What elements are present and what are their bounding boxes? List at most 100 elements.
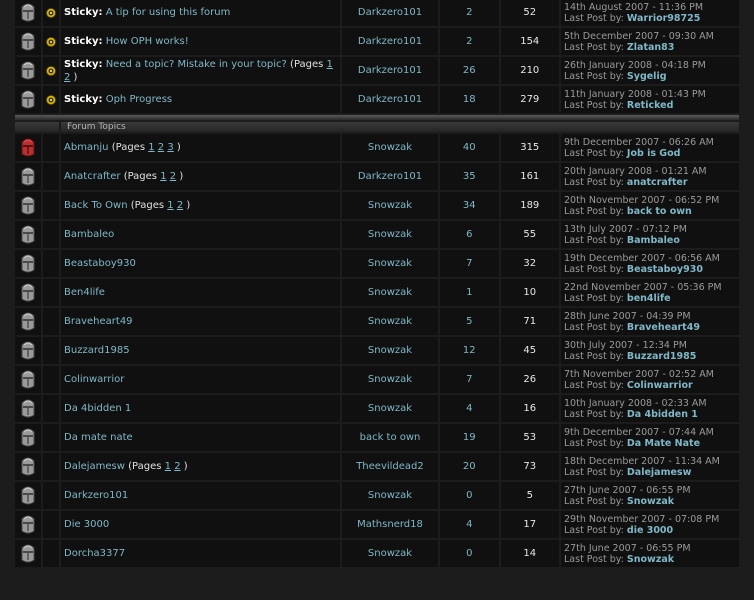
last-poster-link[interactable]: Da 4bidden 1 (627, 409, 698, 420)
last-post-date-link[interactable]: 22nd November 2007 - 05:36 PM (564, 282, 736, 293)
topic-author-link[interactable]: Snowzak (342, 366, 438, 393)
topic-title-link[interactable]: Anatcrafter (64, 171, 121, 182)
topic-title-link[interactable]: Buzzard1985 (64, 345, 130, 356)
topic-title-link[interactable]: Da mate nate (64, 432, 133, 443)
page-link[interactable]: 2 (177, 200, 183, 211)
last-poster-link[interactable]: Braveheart49 (627, 322, 700, 333)
topic-author-link[interactable]: Snowzak (342, 308, 438, 335)
reply-count[interactable]: 18 (440, 86, 499, 113)
topic-author-link[interactable]: Mathsnerd18 (342, 511, 438, 538)
reply-count[interactable]: 4 (440, 511, 499, 538)
reply-count[interactable]: 12 (440, 337, 499, 364)
last-post-date-link[interactable]: 10th January 2008 - 02:33 AM (564, 398, 736, 409)
topic-author-link[interactable]: Snowzak (342, 337, 438, 364)
topic-author-link[interactable]: Snowzak (342, 134, 438, 161)
topic-title-link[interactable]: Da 4bidden 1 (64, 403, 131, 414)
last-post-date-link[interactable]: 18th December 2007 - 11:34 AM (564, 456, 736, 467)
page-link[interactable]: 1 (165, 461, 171, 472)
reply-count[interactable]: 40 (440, 134, 499, 161)
reply-count[interactable]: 7 (440, 250, 499, 277)
last-poster-link[interactable]: Da Mate Nate (627, 438, 700, 449)
reply-count[interactable]: 20 (440, 453, 499, 480)
last-post-date-link[interactable]: 14th August 2007 - 11:36 PM (564, 2, 736, 13)
reply-count[interactable]: 35 (440, 163, 499, 190)
reply-count[interactable]: 19 (440, 424, 499, 451)
topic-author-link[interactable]: Darkzero101 (342, 28, 438, 55)
page-link[interactable]: 1 (160, 171, 166, 182)
topic-title-link[interactable]: Need a topic? Mistake in your topic? (106, 59, 287, 70)
last-post-date-link[interactable]: 11th January 2008 - 01:43 PM (564, 89, 736, 100)
page-link[interactable]: 1 (148, 142, 154, 153)
last-post-date-link[interactable]: 26th January 2008 - 04:18 PM (564, 60, 736, 71)
reply-count[interactable]: 0 (440, 540, 499, 567)
topic-title-link[interactable]: Ben4life (64, 287, 105, 298)
last-post-date-link[interactable]: 20th November 2007 - 06:52 PM (564, 195, 736, 206)
topic-title-link[interactable]: How OPH works! (106, 36, 189, 47)
topic-title-link[interactable]: Darkzero101 (64, 490, 128, 501)
last-post-date-link[interactable]: 7th November 2007 - 02:52 AM (564, 369, 736, 380)
last-poster-link[interactable]: Beastaboy930 (627, 264, 703, 275)
reply-count[interactable]: 26 (440, 57, 499, 84)
last-poster-link[interactable]: Dalejamesw (627, 467, 691, 478)
topic-title-link[interactable]: Braveheart49 (64, 316, 133, 327)
topic-author-link[interactable]: Snowzak (342, 192, 438, 219)
topic-title-link[interactable]: Beastaboy930 (64, 258, 136, 269)
topic-author-link[interactable]: Snowzak (342, 395, 438, 422)
last-post-date-link[interactable]: 19th December 2007 - 06:56 AM (564, 253, 736, 264)
topic-author-link[interactable]: Snowzak (342, 540, 438, 567)
reply-count[interactable]: 0 (440, 482, 499, 509)
last-poster-link[interactable]: Buzzard1985 (627, 351, 696, 362)
page-link[interactable]: 2 (174, 461, 180, 472)
last-poster-link[interactable]: Zlatan83 (627, 42, 675, 53)
last-poster-link[interactable]: ben4life (627, 293, 671, 304)
topic-title-link[interactable]: Bambaleo (64, 229, 114, 240)
topic-author-link[interactable]: Snowzak (342, 221, 438, 248)
page-link[interactable]: 2 (170, 171, 176, 182)
reply-count[interactable]: 1 (440, 279, 499, 306)
topic-author-link[interactable]: Darkzero101 (342, 163, 438, 190)
reply-count[interactable]: 2 (440, 28, 499, 55)
page-link[interactable]: 3 (167, 142, 173, 153)
topic-title-link[interactable]: Dorcha3377 (64, 548, 125, 559)
last-post-date-link[interactable]: 30th July 2007 - 12:34 PM (564, 340, 736, 351)
last-post-date-link[interactable]: 20th January 2008 - 01:21 AM (564, 166, 736, 177)
topic-title-link[interactable]: A tip for using this forum (106, 7, 231, 18)
last-post-date-link[interactable]: 27th June 2007 - 06:55 PM (564, 485, 736, 496)
last-poster-link[interactable]: Snowzak (627, 496, 674, 507)
last-poster-link[interactable]: Sygelig (627, 71, 667, 82)
last-poster-link[interactable]: die 3000 (627, 525, 673, 536)
reply-count[interactable]: 34 (440, 192, 499, 219)
last-post-date-link[interactable]: 5th December 2007 - 09:30 AM (564, 31, 736, 42)
topic-author-link[interactable]: Darkzero101 (342, 0, 438, 26)
page-link[interactable]: 1 (167, 200, 173, 211)
topic-title-link[interactable]: Back To Own (64, 200, 128, 211)
last-poster-link[interactable]: Warrior98725 (627, 13, 700, 24)
topic-author-link[interactable]: Snowzak (342, 250, 438, 277)
topic-author-link[interactable]: Snowzak (342, 482, 438, 509)
reply-count[interactable]: 4 (440, 395, 499, 422)
last-post-date-link[interactable]: 29th November 2007 - 07:08 PM (564, 514, 736, 525)
topic-title-link[interactable]: Dalejamesw (64, 461, 125, 472)
last-poster-link[interactable]: Reticked (627, 100, 674, 111)
page-link[interactable]: 2 (158, 142, 164, 153)
last-post-date-link[interactable]: 28th June 2007 - 04:39 PM (564, 311, 736, 322)
topic-author-link[interactable]: Darkzero101 (342, 57, 438, 84)
last-poster-link[interactable]: Bambaleo (627, 235, 680, 246)
last-poster-link[interactable]: back to own (627, 206, 692, 217)
topic-author-link[interactable]: Snowzak (342, 279, 438, 306)
last-poster-link[interactable]: Snowzak (627, 554, 674, 565)
last-post-date-link[interactable]: 27th June 2007 - 06:55 PM (564, 543, 736, 554)
topic-title-link[interactable]: Colinwarrior (64, 374, 124, 385)
last-poster-link[interactable]: Job is God (627, 148, 681, 159)
topic-title-link[interactable]: Abmanju (64, 142, 109, 153)
reply-count[interactable]: 6 (440, 221, 499, 248)
reply-count[interactable]: 7 (440, 366, 499, 393)
last-post-date-link[interactable]: 9th December 2007 - 06:26 AM (564, 137, 736, 148)
last-poster-link[interactable]: anatcrafter (627, 177, 688, 188)
last-post-date-link[interactable]: 9th December 2007 - 07:44 AM (564, 427, 736, 438)
reply-count[interactable]: 5 (440, 308, 499, 335)
topic-author-link[interactable]: Theevildead2 (342, 453, 438, 480)
last-poster-link[interactable]: Colinwarrior (627, 380, 693, 391)
last-post-date-link[interactable]: 13th July 2007 - 07:12 PM (564, 224, 736, 235)
topic-title-link[interactable]: Die 3000 (64, 519, 109, 530)
